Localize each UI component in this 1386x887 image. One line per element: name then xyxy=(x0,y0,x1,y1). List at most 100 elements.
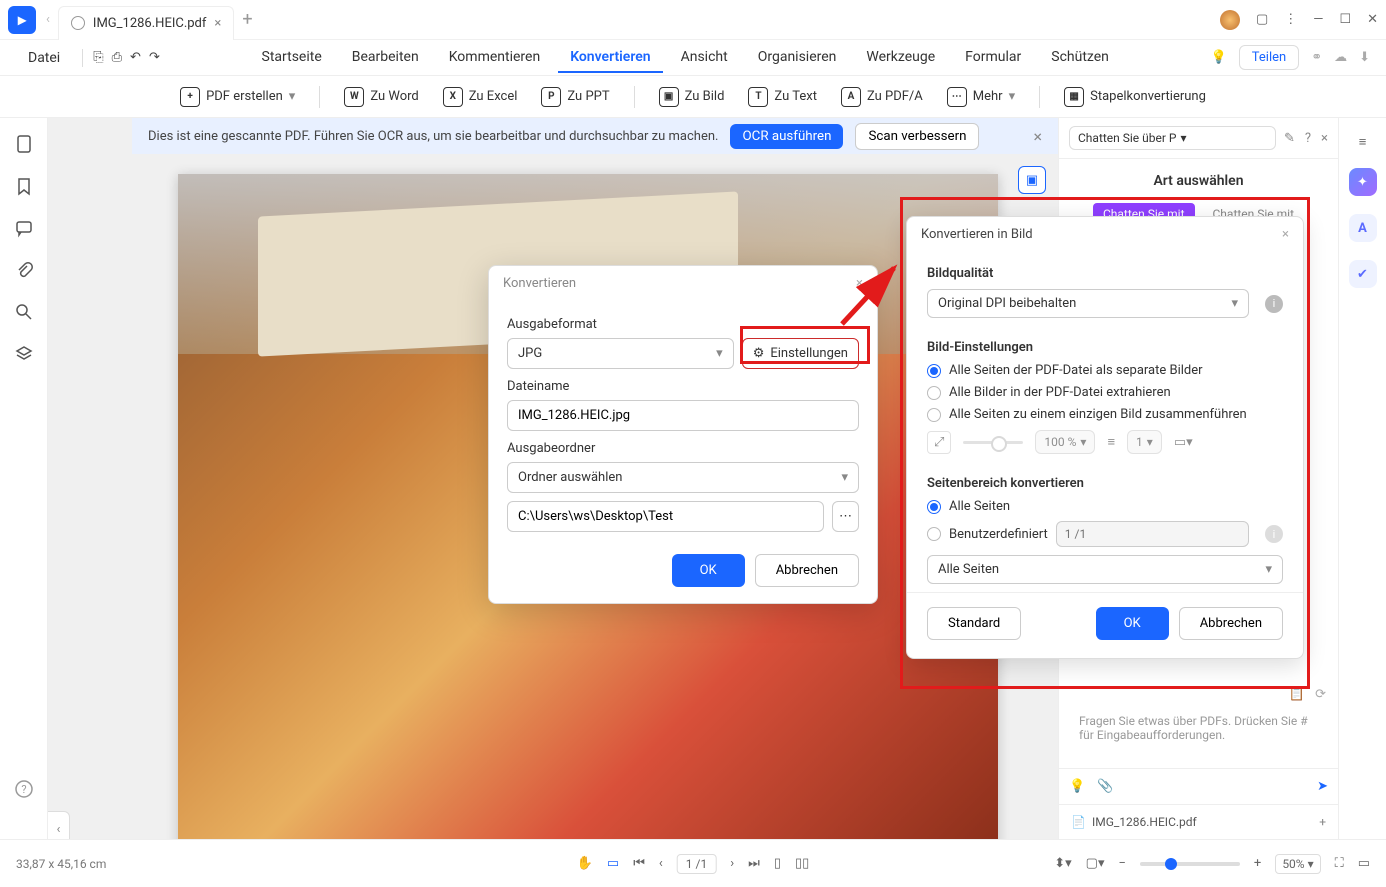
option-custom-range[interactable]: Benutzerdefiniert i xyxy=(927,521,1283,547)
close-window-icon[interactable]: ✕ xyxy=(1367,12,1378,27)
menu-schuetzen[interactable]: Schützen xyxy=(1039,43,1121,73)
translate-icon[interactable]: A xyxy=(1349,214,1377,242)
bookmark-icon[interactable] xyxy=(14,176,34,196)
select-tool-icon[interactable]: ▭ xyxy=(607,856,619,871)
tool-more[interactable]: ⋯Mehr▾ xyxy=(947,87,1015,107)
chat-scope-dropdown[interactable]: Chatten Sie über P▾ xyxy=(1069,126,1276,150)
two-page-icon[interactable]: ▯▯ xyxy=(795,856,809,871)
single-page-icon[interactable]: ▯ xyxy=(774,856,781,871)
option-extract-images[interactable]: Alle Bilder in der PDF-Datei extrahieren xyxy=(927,385,1283,400)
clipboard-icon[interactable]: 📋 xyxy=(1289,687,1305,702)
fit-page-icon[interactable]: ▢▾ xyxy=(1086,856,1105,871)
hand-tool-icon[interactable]: ✋ xyxy=(577,856,593,871)
menu-konvertieren[interactable]: Konvertieren xyxy=(558,43,662,73)
share-button[interactable]: Teilen xyxy=(1239,45,1299,70)
document-tab[interactable]: IMG_1286.HEIC.pdf × xyxy=(58,6,234,40)
fit-width-icon[interactable]: ⬍▾ xyxy=(1054,856,1071,871)
folder-path-input[interactable] xyxy=(507,501,824,532)
attach-icon[interactable] xyxy=(14,260,34,280)
search-icon[interactable] xyxy=(14,302,34,322)
user-avatar[interactable] xyxy=(1220,10,1240,30)
undo-icon[interactable]: ↶ xyxy=(130,50,141,65)
settings-cancel-button[interactable]: Abbrechen xyxy=(1179,607,1283,640)
last-page-icon[interactable]: ⏭ xyxy=(748,856,760,871)
attach-file-icon[interactable]: 📎 xyxy=(1097,779,1113,794)
tool-to-pdfa[interactable]: AZu PDF/A xyxy=(841,87,923,107)
add-file-icon[interactable]: + xyxy=(1319,815,1326,829)
panel-close-icon[interactable]: × xyxy=(1321,131,1328,146)
first-page-icon[interactable]: ⏮ xyxy=(633,856,645,871)
hint-icon[interactable]: 💡 xyxy=(1069,779,1085,794)
maximize-icon[interactable]: ☐ xyxy=(1339,12,1351,27)
improve-scan-button[interactable]: Scan verbessern xyxy=(855,123,979,150)
tool-to-text[interactable]: TZu Text xyxy=(748,87,817,107)
selection-tool-icon[interactable]: ▣ xyxy=(1018,166,1046,194)
run-ocr-button[interactable]: OCR ausführen xyxy=(730,124,843,149)
comment-icon[interactable] xyxy=(14,218,34,238)
notes-icon[interactable]: ▢ xyxy=(1256,12,1268,27)
check-icon[interactable]: ✔ xyxy=(1349,260,1377,288)
option-separate-pages[interactable]: Alle Seiten der PDF-Datei als separate B… xyxy=(927,363,1283,378)
send-icon[interactable]: ➤ xyxy=(1317,779,1328,794)
context-file-row[interactable]: 📄 IMG_1286.HEIC.pdf + xyxy=(1059,804,1338,839)
download-icon[interactable]: ⬇ xyxy=(1359,50,1370,65)
standard-button[interactable]: Standard xyxy=(927,607,1021,640)
page-indicator[interactable]: 1 /1 xyxy=(677,854,716,874)
history-icon[interactable]: ⟳ xyxy=(1315,687,1326,702)
layers-icon[interactable] xyxy=(14,344,34,364)
back-icon[interactable]: ‹ xyxy=(46,12,50,27)
custom-range-input[interactable] xyxy=(1056,521,1249,547)
tool-pdf-create[interactable]: +PDF erstellen▾ xyxy=(180,87,295,107)
tool-batch[interactable]: ▦Stapelkonvertierung xyxy=(1064,87,1206,107)
ai-assistant-icon[interactable]: ✦ xyxy=(1349,168,1377,196)
menu-werkzeuge[interactable]: Werkzeuge xyxy=(854,43,947,73)
range-info-icon[interactable]: i xyxy=(1265,525,1283,543)
zoom-value[interactable]: 50% ▾ xyxy=(1275,854,1320,874)
pages-dropdown[interactable]: Alle Seiten▾ xyxy=(927,555,1283,584)
tool-to-word[interactable]: WZu Word xyxy=(344,87,418,107)
redo-icon[interactable]: ↷ xyxy=(149,50,160,65)
format-select[interactable]: JPG▾ xyxy=(507,338,734,369)
settings-dialog-close-icon[interactable]: × xyxy=(1282,227,1289,242)
zoom-out-icon[interactable]: − xyxy=(1118,856,1125,871)
quality-info-icon[interactable]: i xyxy=(1265,295,1283,313)
menu-organisieren[interactable]: Organisieren xyxy=(746,43,849,73)
add-tab-button[interactable]: + xyxy=(242,9,252,30)
close-tab-icon[interactable]: × xyxy=(214,16,221,31)
filename-input[interactable] xyxy=(507,400,859,431)
menu-ansicht[interactable]: Ansicht xyxy=(669,43,740,73)
menu-kommentieren[interactable]: Kommentieren xyxy=(437,43,552,73)
banner-close-icon[interactable]: × xyxy=(1033,127,1042,146)
folder-select[interactable]: Ordner auswählen▾ xyxy=(507,462,859,493)
read-mode-icon[interactable]: ▭ xyxy=(1358,856,1370,871)
menu-startseite[interactable]: Startseite xyxy=(250,43,334,73)
panel-help-icon[interactable]: ? xyxy=(1305,131,1311,146)
new-chat-icon[interactable]: ✎ xyxy=(1284,131,1295,146)
cloud-icon[interactable]: ☁ xyxy=(1334,50,1347,65)
link-icon[interactable]: ⚭ xyxy=(1311,50,1322,65)
menu-formular[interactable]: Formular xyxy=(953,43,1033,73)
sliders-icon[interactable]: ≡ xyxy=(1359,134,1367,150)
fullscreen-icon[interactable]: ⛶ xyxy=(1335,856,1344,871)
tool-to-ppt[interactable]: PZu PPT xyxy=(541,87,609,107)
browse-folder-button[interactable]: ⋯ xyxy=(832,501,859,532)
minimize-icon[interactable]: — xyxy=(1313,12,1323,27)
menu-datei[interactable]: Datei xyxy=(16,44,72,72)
menu-bearbeiten[interactable]: Bearbeiten xyxy=(340,43,431,73)
tool-to-excel[interactable]: XZu Excel xyxy=(443,87,518,107)
kebab-icon[interactable]: ⋮ xyxy=(1284,12,1297,27)
convert-cancel-button[interactable]: Abbrechen xyxy=(755,554,859,587)
print-icon[interactable]: ⎙ xyxy=(112,50,122,65)
prompt-placeholder[interactable]: Fragen Sie etwas über PDFs. Drücken Sie … xyxy=(1069,706,1328,758)
zoom-slider[interactable] xyxy=(1140,862,1240,866)
next-page-icon[interactable]: › xyxy=(730,856,734,871)
save-icon[interactable]: ⎘ xyxy=(93,50,103,65)
tool-to-image[interactable]: ▣Zu Bild xyxy=(659,87,725,107)
help-icon[interactable]: ? xyxy=(14,779,34,799)
lightbulb-icon[interactable]: 💡 xyxy=(1211,50,1227,65)
thumbnails-icon[interactable] xyxy=(14,134,34,154)
convert-ok-button[interactable]: OK xyxy=(672,554,745,587)
option-merge-single[interactable]: Alle Seiten zu einem einzigen Bild zusam… xyxy=(927,407,1283,422)
quality-select[interactable]: Original DPI beibehalten▾ xyxy=(927,289,1249,318)
option-all-pages[interactable]: Alle Seiten xyxy=(927,499,1283,514)
